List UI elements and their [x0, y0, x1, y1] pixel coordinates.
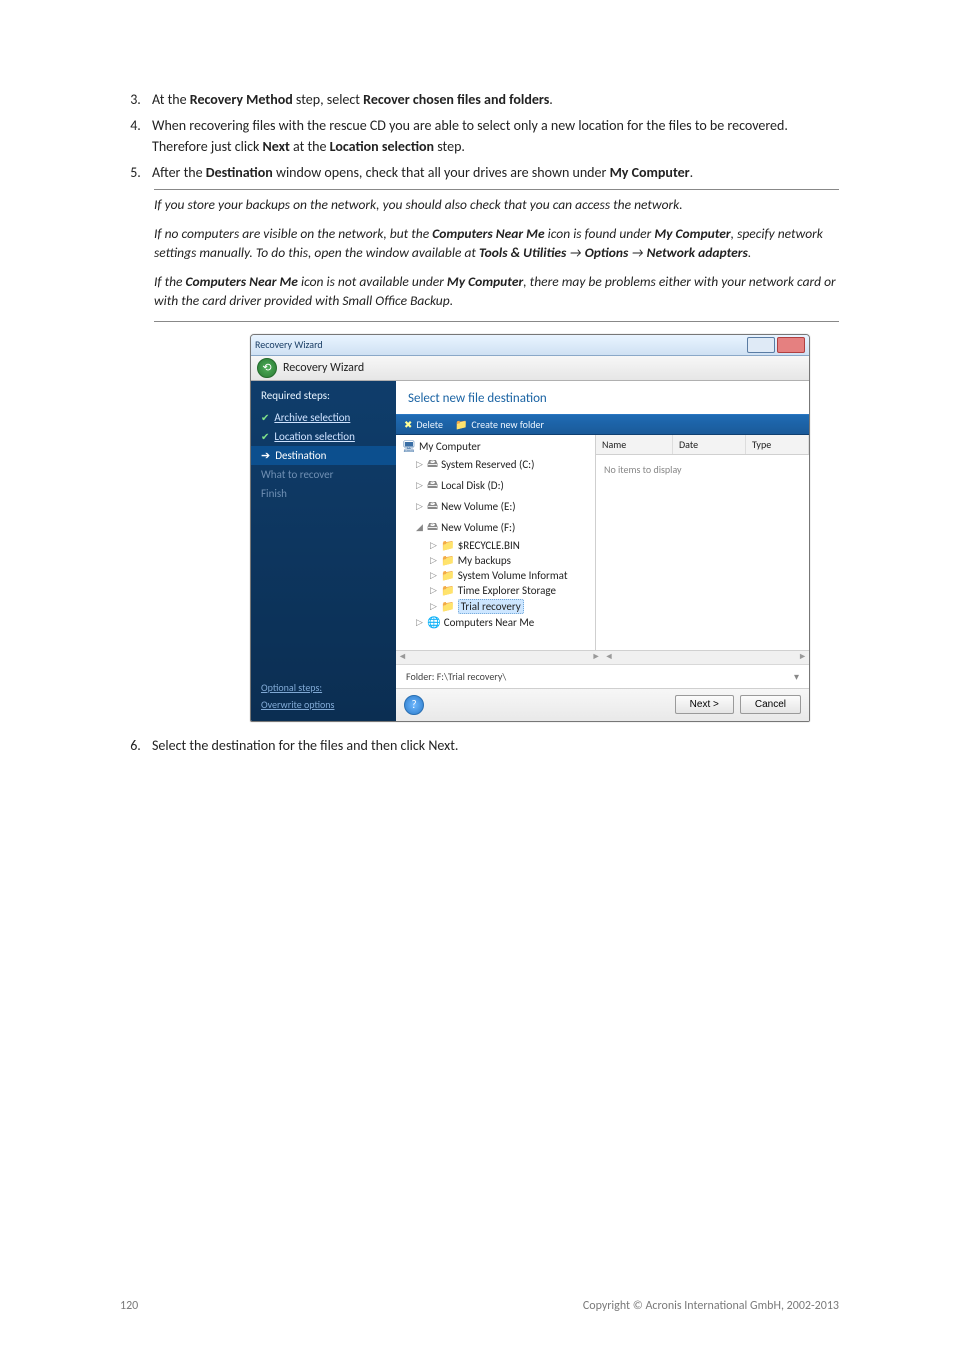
minimize-button[interactable]: [747, 337, 775, 353]
help-icon[interactable]: ?: [404, 695, 424, 715]
drive-icon: 🖴: [427, 476, 438, 495]
col-name[interactable]: Name: [596, 435, 673, 454]
step-location-selection[interactable]: ✔Location selection: [261, 427, 388, 446]
check-icon: ✔: [261, 430, 269, 443]
drive-icon: 🖴: [427, 497, 438, 516]
computer-icon: 🖥: [402, 440, 416, 453]
note-1: If you store your backups on the network…: [154, 196, 839, 215]
cancel-button[interactable]: Cancel: [740, 695, 801, 714]
new-folder-icon: 📁: [455, 418, 467, 431]
step-4: When recovering files with the rescue CD…: [144, 116, 839, 157]
panel-title: Select new file destination: [396, 381, 809, 414]
back-icon[interactable]: ⟲: [257, 358, 277, 378]
folder-tree[interactable]: 🖥My Computer ▷🖴System Reserved (C:) ▷🖴Lo…: [396, 435, 596, 650]
window-titlebar[interactable]: Recovery Wizard: [251, 335, 809, 356]
expander-icon[interactable]: ▷: [416, 480, 424, 491]
page-number: 120: [120, 1299, 138, 1313]
expander-icon[interactable]: ◢: [416, 522, 424, 533]
file-list-empty: No items to display: [596, 455, 809, 650]
next-button[interactable]: Next >: [675, 695, 734, 714]
expander-icon[interactable]: ▷: [430, 540, 438, 551]
wizard-heading: Recovery Wizard: [283, 361, 364, 375]
network-icon: 🌐: [427, 616, 441, 629]
tree-scrollbar[interactable]: ◄►: [396, 650, 603, 664]
check-icon: ✔: [261, 411, 269, 424]
overwrite-options-link[interactable]: Overwrite options: [261, 698, 388, 711]
arrow-icon: ➔: [261, 449, 270, 462]
step-finish: Finish: [261, 484, 388, 503]
delete-button[interactable]: ✖Delete: [404, 418, 443, 431]
expander-icon[interactable]: ▷: [416, 617, 424, 628]
folder-path[interactable]: F:\Trial recovery\: [437, 670, 507, 683]
expander-icon[interactable]: ▷: [416, 459, 424, 470]
expander-icon[interactable]: ▷: [430, 555, 438, 566]
screenshot-recovery-wizard: Recovery Wizard ⟲ Recovery Wizard Requir…: [250, 334, 810, 722]
expander-icon[interactable]: ▷: [416, 501, 424, 512]
step-5: After the Destination window opens, chec…: [144, 163, 839, 183]
drive-icon: 🖴: [427, 455, 438, 474]
drive-icon: 🖴: [427, 518, 438, 537]
note-3: If the Computers Near Me icon is not ava…: [154, 273, 839, 311]
wizard-steps-panel: Required steps: ✔Archive selection ✔Loca…: [251, 381, 396, 721]
folder-icon: 📁: [441, 569, 455, 582]
step-6: Select the destination for the files and…: [144, 736, 839, 756]
step-archive-selection[interactable]: ✔Archive selection: [261, 408, 388, 427]
list-scrollbar[interactable]: ◄►: [603, 650, 810, 664]
steps-header: Required steps:: [261, 389, 388, 402]
col-date[interactable]: Date: [673, 435, 746, 454]
step-3: At the Recovery Method step, select Reco…: [144, 90, 839, 110]
expander-icon[interactable]: ▷: [430, 585, 438, 596]
list-header[interactable]: Name Date Type: [596, 435, 809, 455]
optional-steps-label: Optional steps:: [261, 681, 388, 694]
toolbar: ✖Delete 📁Create new folder: [396, 414, 809, 435]
step-what-to-recover: What to recover: [261, 465, 388, 484]
window-title: Recovery Wizard: [255, 338, 323, 351]
expander-icon[interactable]: ▷: [430, 601, 438, 612]
copyright: Copyright © Acronis International GmbH, …: [583, 1299, 839, 1313]
note-2: If no computers are visible on the netwo…: [154, 225, 839, 263]
folder-icon: 📁: [441, 554, 455, 567]
step-destination[interactable]: ➔Destination: [251, 446, 396, 465]
divider: [154, 189, 839, 190]
folder-label: Folder:: [406, 670, 434, 683]
close-button[interactable]: [777, 337, 805, 353]
tree-node-trial-recovery[interactable]: ▷📁Trial recovery: [402, 598, 591, 615]
folder-icon: 📁: [441, 600, 455, 613]
create-new-folder-button[interactable]: 📁Create new folder: [455, 418, 544, 431]
folder-icon: 📁: [441, 539, 455, 552]
dropdown-icon[interactable]: ▾: [794, 670, 799, 683]
delete-icon: ✖: [404, 418, 412, 431]
divider-2: [154, 321, 839, 322]
expander-icon[interactable]: ▷: [430, 570, 438, 581]
folder-icon: 📁: [441, 584, 455, 597]
col-type[interactable]: Type: [746, 435, 809, 454]
